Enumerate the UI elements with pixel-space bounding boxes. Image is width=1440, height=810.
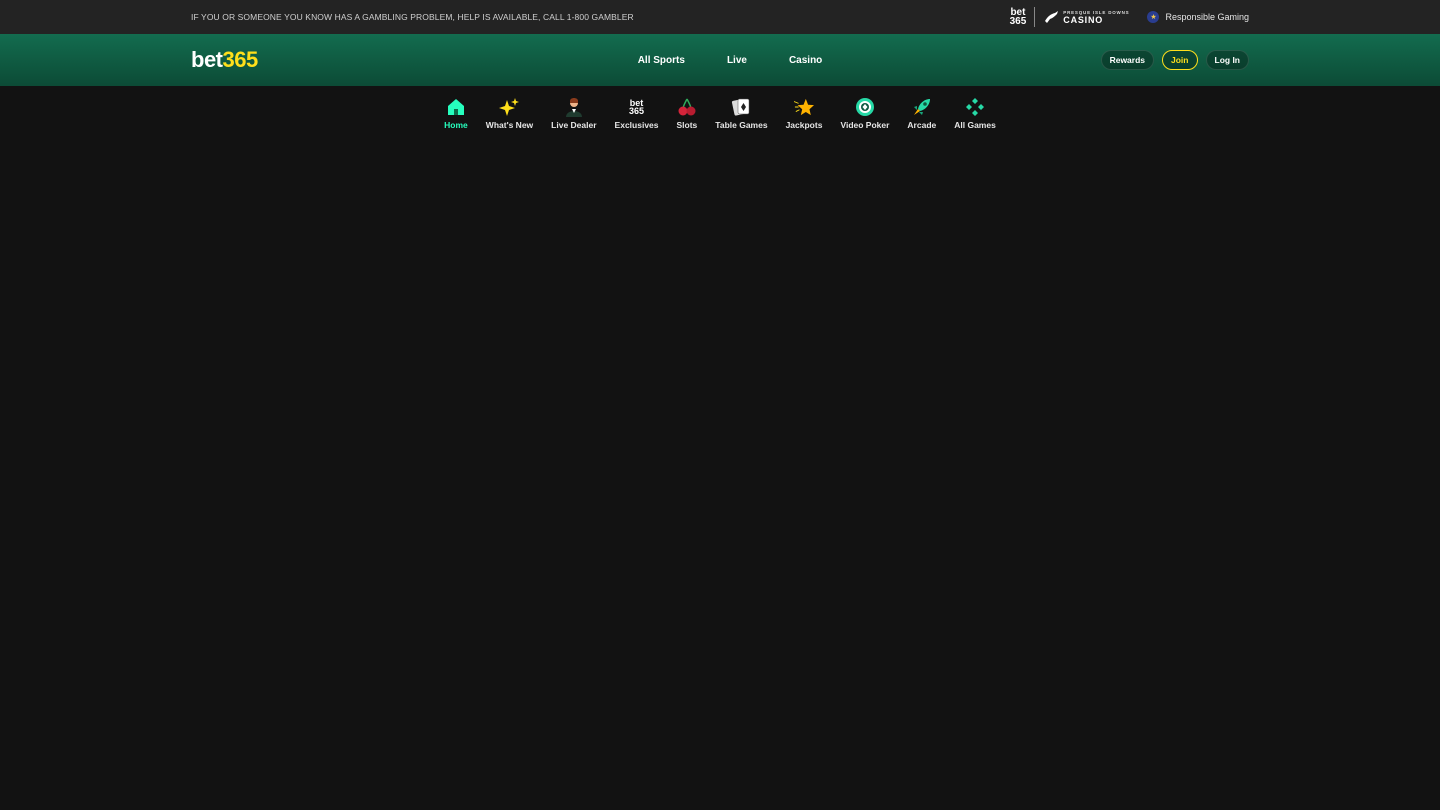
responsible-gaming-link[interactable]: ★ Responsible Gaming xyxy=(1147,11,1249,23)
casino-nav-exclusives[interactable]: bet 365 Exclusives xyxy=(606,97,668,131)
logo-divider xyxy=(1034,7,1036,27)
casino-nav-table-games[interactable]: Table Games xyxy=(706,97,776,130)
cards-icon xyxy=(731,97,751,117)
casino-nav-live-dealer[interactable]: Live Dealer xyxy=(542,97,605,130)
nav-casino[interactable]: Casino xyxy=(789,55,822,66)
login-button[interactable]: Log In xyxy=(1205,50,1249,70)
seal-icon: ★ xyxy=(1147,11,1160,23)
diamond-grid-icon xyxy=(965,97,985,117)
horse-icon xyxy=(1045,11,1059,23)
casino-category-nav: Home What's New Live Dealer bet 365 Exclu… xyxy=(0,97,1440,130)
gambling-help-notice: IF YOU OR SOMEONE YOU KNOW HAS A GAMBLIN… xyxy=(191,12,634,22)
casino-nav-all-games[interactable]: All Games xyxy=(945,97,1005,130)
rewards-button[interactable]: Rewards xyxy=(1100,50,1155,70)
poker-chip-icon xyxy=(855,97,875,117)
home-icon xyxy=(446,97,466,117)
dealer-icon xyxy=(564,97,584,117)
casino-nav-home[interactable]: Home xyxy=(435,97,477,130)
casino-nav-slots[interactable]: Slots xyxy=(668,97,707,130)
auth-buttons: Rewards Join Log In xyxy=(1100,50,1249,70)
presque-isle-downs-logo: PRESQUE ISLE DOWNS CASINO xyxy=(1044,10,1129,25)
bet365-mini-logo: bet 365 xyxy=(1009,7,1027,27)
casino-nav-arcade[interactable]: Arcade xyxy=(898,97,945,130)
casino-nav-video-poker[interactable]: Video Poker xyxy=(831,97,898,130)
rocket-icon xyxy=(912,97,932,117)
nav-live[interactable]: Live xyxy=(727,55,747,66)
casino-nav-jackpots[interactable]: Jackpots xyxy=(777,97,832,130)
sparkles-icon xyxy=(499,97,520,117)
responsible-gambling-bar: IF YOU OR SOMEONE YOU KNOW HAS A GAMBLIN… xyxy=(0,0,1440,34)
bet365-logo[interactable]: bet365 xyxy=(191,47,258,73)
cherries-icon xyxy=(677,97,697,117)
site-header: bet365 All Sports Live Casino Rewards Jo… xyxy=(0,34,1440,86)
join-button[interactable]: Join xyxy=(1162,50,1198,70)
bet365-exclusives-icon: bet 365 xyxy=(629,98,645,116)
partner-logos: bet 365 PRESQUE ISLE DOWNS CASINO ★ Resp… xyxy=(1010,0,1249,34)
nav-all-sports[interactable]: All Sports xyxy=(638,55,685,66)
star-icon xyxy=(794,97,814,117)
casino-nav-whats-new[interactable]: What's New xyxy=(477,97,542,130)
